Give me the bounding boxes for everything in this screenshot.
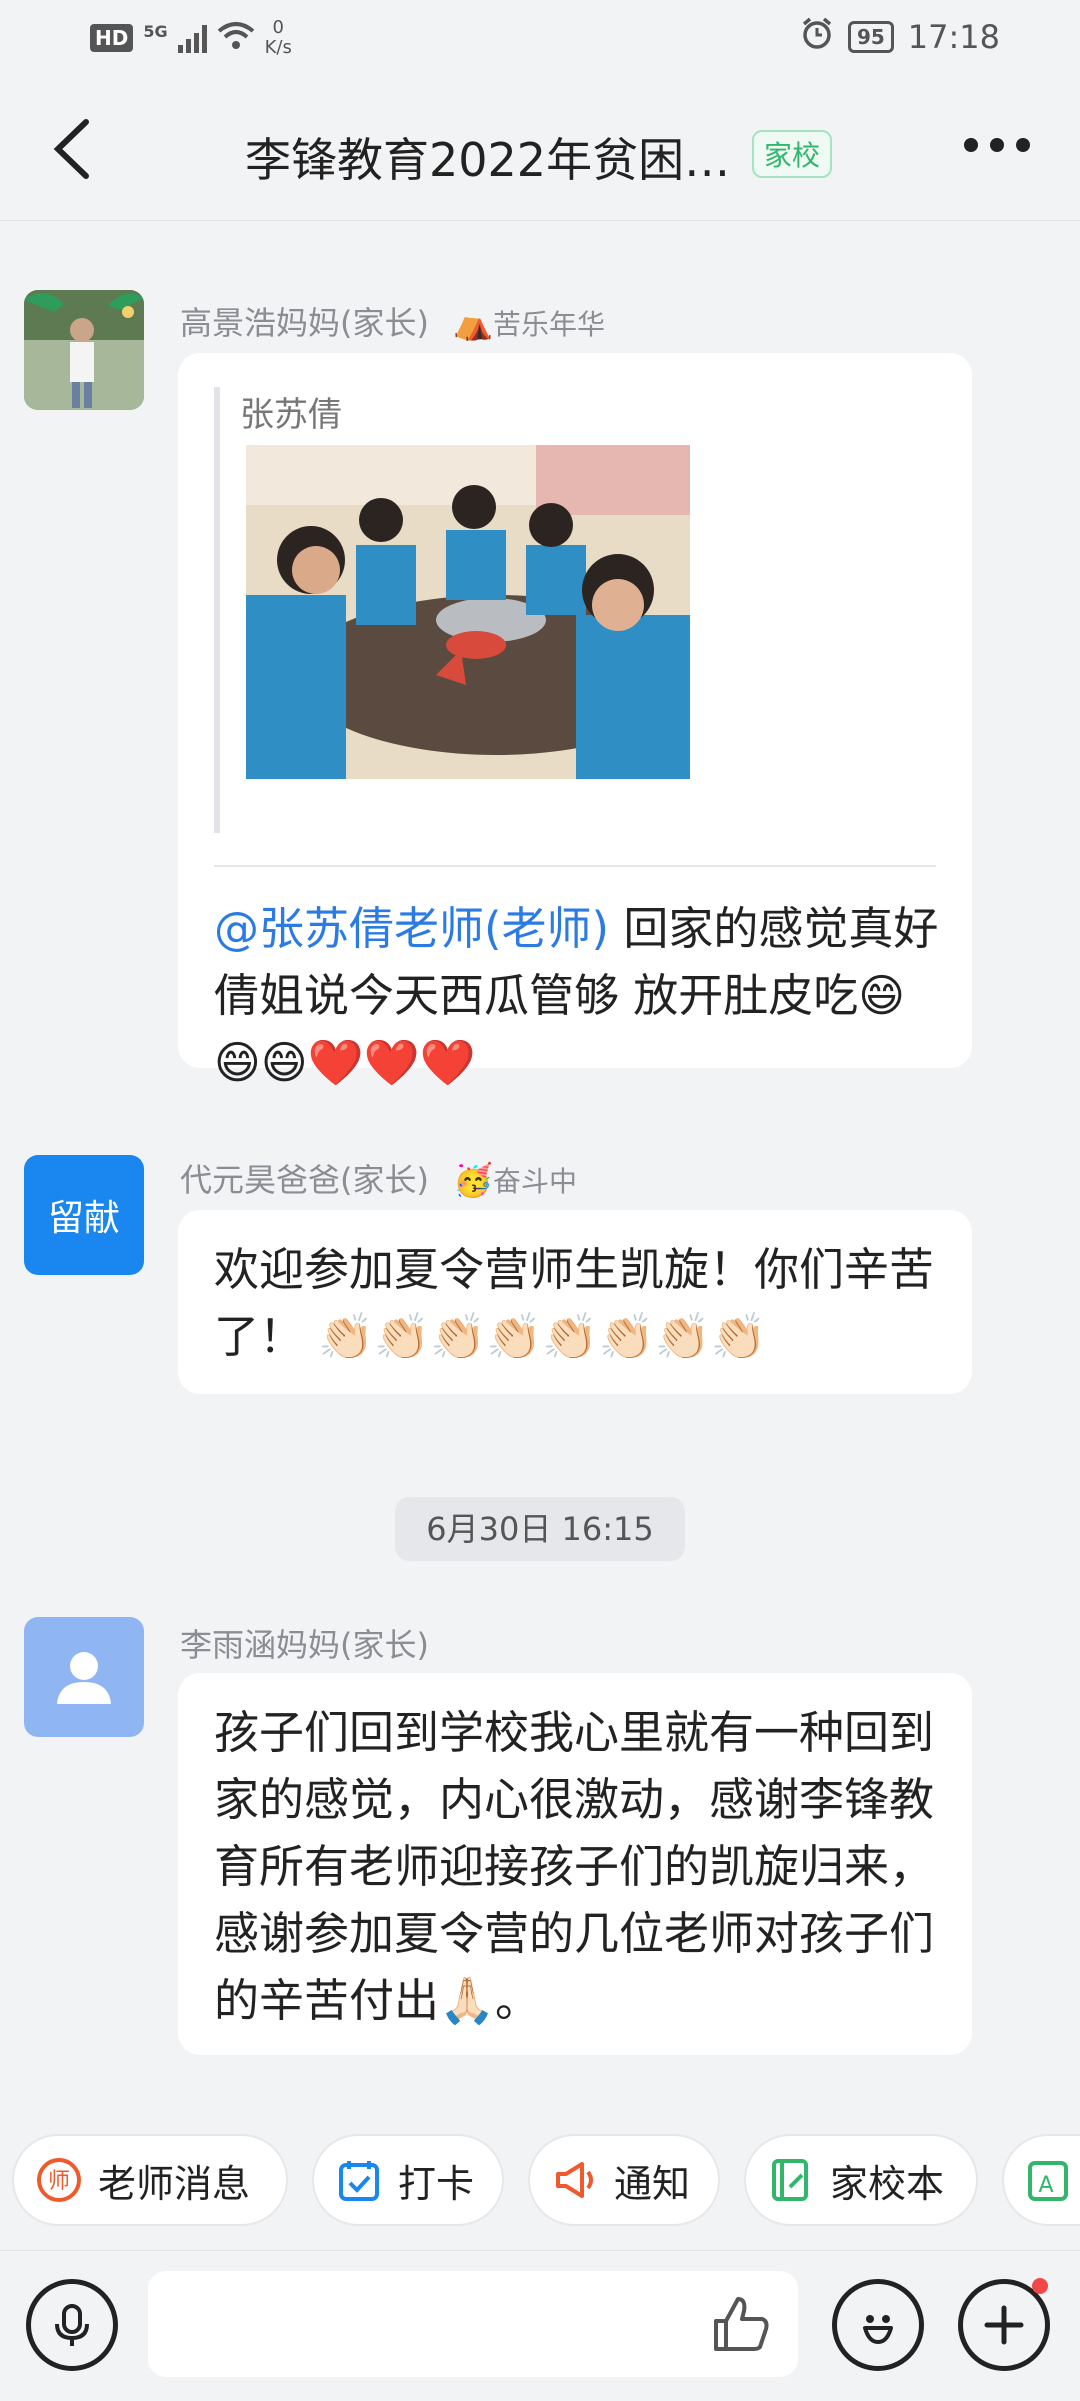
message-input[interactable] xyxy=(148,2271,798,2377)
calendar-check-icon xyxy=(336,2157,382,2203)
back-button[interactable] xyxy=(40,114,110,184)
member-badge: 苦乐年华 xyxy=(493,308,606,341)
speed-value: 0 xyxy=(272,17,284,38)
svg-text:师: 师 xyxy=(48,2169,70,2194)
status-bar: HD 5G 0 K/s 95 17:18 xyxy=(0,0,1080,80)
signal-icon xyxy=(177,23,207,53)
sender-name: 李雨涵妈妈(家长) xyxy=(180,1626,429,1664)
check-in-button[interactable]: 打卡 xyxy=(312,2134,504,2226)
network-speed: 0 K/s xyxy=(265,18,292,58)
notice-button[interactable]: 通知 xyxy=(528,2134,720,2226)
wifi-icon xyxy=(217,21,255,55)
quick-action-label: 老师消息 xyxy=(98,2161,251,2206)
quick-action-label: 打卡 xyxy=(398,2161,475,2206)
sender-name-text: 高景浩妈妈(家长) xyxy=(180,304,429,342)
voice-button[interactable] xyxy=(26,2279,118,2371)
dot-icon xyxy=(1016,138,1030,152)
message-bubble[interactable]: 孩子们回到学校我心里就有一种回到家的感觉，内心很激动，感谢李锋教育所有老师迎接孩… xyxy=(178,1673,972,2055)
message-text: 孩子们回到学校我心里就有一种回到家的感觉，内心很激动，感谢李锋教育所有老师迎接孩… xyxy=(214,1706,935,2027)
sender-name-text: 代元昊爸爸(家长) xyxy=(180,1161,429,1199)
battery-icon: 95 xyxy=(847,21,894,53)
message-bubble[interactable]: 张苏倩 @张苏倩老师(老师) 回家的感觉真好 倩姐说今天西瓜管够 放开肚皮吃😄😄… xyxy=(178,353,972,1089)
dot-icon xyxy=(964,138,978,152)
add-text-icon: A xyxy=(1026,2157,1072,2203)
quoted-sender: 张苏倩 xyxy=(240,395,342,435)
thumbs-up-icon xyxy=(714,2297,769,2351)
plus-icon xyxy=(984,2305,1024,2345)
mention-link[interactable]: @张苏倩老师(老师) xyxy=(214,902,609,955)
quoted-message[interactable]: 张苏倩 xyxy=(214,387,938,833)
avatar[interactable]: 留献 xyxy=(24,1155,144,1275)
sender-name: 高景浩妈妈(家长) ⛺苦乐年华 xyxy=(180,298,605,344)
notebook-icon xyxy=(768,2157,814,2203)
sender-name: 代元昊爸爸(家长) 🥳奋斗中 xyxy=(180,1155,577,1201)
network-type: 5G xyxy=(143,21,168,41)
emoji-button[interactable] xyxy=(832,2279,924,2371)
like-button[interactable] xyxy=(708,2291,774,2357)
chat-title[interactable]: 李锋教育2022年贫困… xyxy=(245,124,730,190)
quick-action-label: 通知 xyxy=(614,2161,691,2206)
avatar[interactable] xyxy=(24,1617,144,1737)
dot-icon xyxy=(990,138,1004,152)
avatar-initials: 留献 xyxy=(47,1198,120,1239)
photo-image xyxy=(246,445,690,779)
teacher-icon: 师 xyxy=(36,2157,82,2203)
time-divider: 6月30日 16:15 xyxy=(395,1497,685,1561)
chat-header: 李锋教育2022年贫困… 家校 xyxy=(0,80,1080,221)
quoted-image[interactable] xyxy=(246,445,690,779)
message-bubble[interactable]: 欢迎参加夏令营师生凯旋！你们辛苦了！ 👏🏻👏🏻👏🏻👏🏻👏🏻👏🏻👏🏻👏🏻 xyxy=(178,1210,972,1394)
svg-text:A: A xyxy=(1038,2173,1053,2198)
emoji-badge-icon: 🥳 xyxy=(453,1161,493,1199)
microphone-icon xyxy=(55,2304,89,2346)
avatar[interactable] xyxy=(24,290,144,410)
more-options-button[interactable] xyxy=(964,138,1030,152)
hd-indicator: HD xyxy=(90,24,134,52)
chevron-left-icon xyxy=(53,119,89,179)
message-text: @张苏倩老师(老师) 回家的感觉真好 倩姐说今天西瓜管够 放开肚皮吃😄😄😄❤️❤… xyxy=(214,895,944,1096)
group-type-tag: 家校 xyxy=(752,130,833,178)
tent-icon: ⛺ xyxy=(453,304,493,342)
smiley-icon xyxy=(863,2315,893,2344)
quick-action-label: 家校本 xyxy=(830,2161,945,2206)
quick-action-bar: 师 老师消息 打卡 通知 家校本 A xyxy=(0,2130,1080,2230)
member-badge: 奋斗中 xyxy=(493,1165,578,1198)
alarm-icon xyxy=(800,16,834,58)
home-school-book-button[interactable]: 家校本 xyxy=(744,2134,978,2226)
teacher-messages-button[interactable]: 师 老师消息 xyxy=(12,2134,288,2226)
notification-dot xyxy=(1032,2278,1048,2294)
clock: 17:18 xyxy=(907,18,1000,56)
default-user-icon xyxy=(57,1652,111,1704)
profile-photo-icon xyxy=(24,290,144,410)
megaphone-icon xyxy=(552,2157,598,2203)
quote-divider xyxy=(214,865,936,867)
input-bar xyxy=(0,2250,1080,2401)
more-quick-action-button[interactable]: A xyxy=(1002,2134,1080,2226)
speed-unit: K/s xyxy=(264,37,292,58)
message-text: 欢迎参加夏令营师生凯旋！你们辛苦了！ 👏🏻👏🏻👏🏻👏🏻👏🏻👏🏻👏🏻👏🏻 xyxy=(214,1243,935,1363)
